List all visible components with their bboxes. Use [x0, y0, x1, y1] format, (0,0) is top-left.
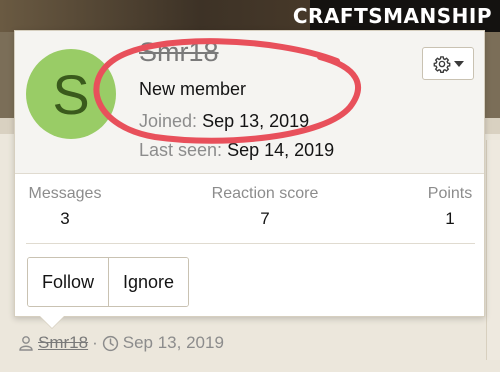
- post-date[interactable]: Sep 13, 2019: [123, 333, 224, 353]
- follow-button[interactable]: Follow: [28, 258, 109, 306]
- chevron-down-icon: [453, 60, 464, 67]
- last-seen-label: Last seen:: [139, 140, 223, 160]
- stat-label: Messages: [28, 185, 102, 202]
- gear-icon: [433, 55, 450, 73]
- joined-value: Sep 13, 2019: [202, 111, 310, 131]
- stat-value: 3: [60, 209, 70, 228]
- user-title: New member: [139, 79, 247, 99]
- username-link[interactable]: Smr18: [139, 37, 219, 68]
- last-seen-value: Sep 14, 2019: [227, 140, 335, 160]
- banner-title: CRAFTSMANSHIP: [292, 4, 492, 28]
- byline-separator: ·: [92, 333, 98, 352]
- thread-byline: Smr18 · Sep 13, 2019: [18, 332, 224, 354]
- stat-points: Points 1: [425, 185, 475, 229]
- tooltip-pointer: [40, 316, 64, 328]
- author-link[interactable]: Smr18: [38, 333, 88, 353]
- clock-icon: [102, 335, 118, 351]
- site-banner: CRAFTSMANSHIP: [0, 0, 500, 32]
- content-panel-edge: [486, 140, 500, 360]
- member-menu-button[interactable]: [422, 47, 474, 80]
- user-icon: [19, 336, 33, 351]
- joined-label: Joined:: [139, 111, 198, 131]
- stat-label: Points: [427, 185, 473, 202]
- joined-row: Joined: Sep 13, 2019: [139, 111, 309, 132]
- stat-value: 7: [260, 209, 270, 228]
- member-tooltip-card: S Smr18 New member Joined: Sep 13, 2019 …: [14, 30, 485, 317]
- stat-reaction-score: Reaction score 7: [205, 185, 325, 229]
- member-stats: Messages 3 Reaction score 7 Points 1: [15, 185, 484, 235]
- member-actions: Follow Ignore: [27, 257, 190, 307]
- stat-messages: Messages 3: [27, 185, 103, 229]
- divider: [26, 243, 475, 244]
- avatar[interactable]: S: [26, 49, 116, 139]
- stat-value: 1: [445, 209, 455, 228]
- member-tooltip-header: S Smr18 New member Joined: Sep 13, 2019 …: [15, 31, 484, 174]
- last-seen-row: Last seen: Sep 14, 2019: [139, 140, 334, 161]
- stat-label: Reaction score: [211, 185, 319, 202]
- ignore-button[interactable]: Ignore: [108, 258, 189, 306]
